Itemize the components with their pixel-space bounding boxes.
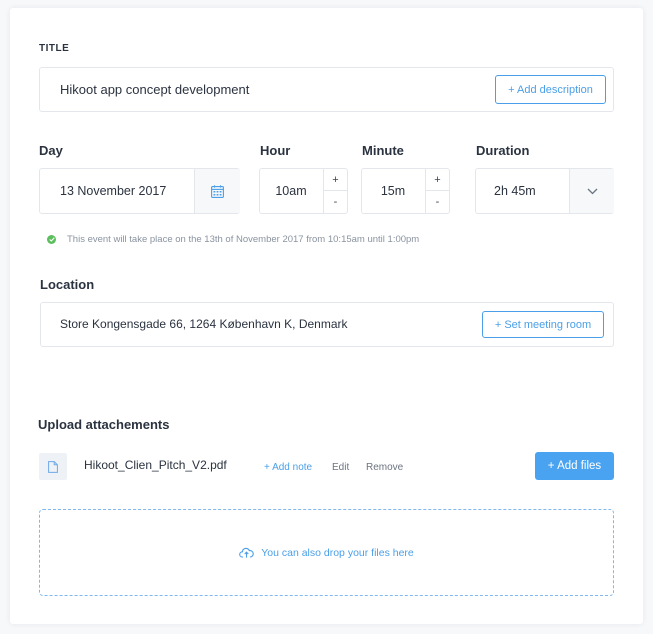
remove-file-link[interactable]: Remove [366,462,403,473]
location-label: Location [40,277,95,292]
event-time-summary-text: This event will take place on the 13th o… [67,234,420,245]
hour-value: 10am [275,184,307,198]
event-time-summary: This event will take place on the 13th o… [47,234,419,245]
day-value: 13 November 2017 [60,184,167,198]
hour-increment-button[interactable]: + [323,169,347,191]
duration-dropdown-toggle[interactable] [569,169,614,213]
attachments-label: Upload attachements [38,417,170,432]
duration-value: 2h 45m [494,184,536,198]
title-value: Hikoot app concept development [60,82,250,97]
minute-stepper[interactable]: 15m + - [361,168,450,214]
day-field[interactable]: 13 November 2017 [39,168,240,214]
minute-decrement-button[interactable]: - [425,191,449,213]
duration-label: Duration [476,143,530,158]
edit-file-link[interactable]: Edit [332,462,349,473]
set-meeting-room-button[interactable]: + Set meeting room [482,311,604,338]
hour-decrement-button[interactable]: - [323,191,347,213]
dropzone-text: You can also drop your files here [261,546,414,559]
file-name: Hikoot_Clien_Pitch_V2.pdf [84,458,227,472]
file-icon-tile [39,453,67,480]
cloud-upload-icon [239,547,254,558]
title-label: TITLE [39,43,70,54]
add-note-link[interactable]: + Add note [264,462,312,473]
hour-label: Hour [260,143,291,158]
hour-stepper[interactable]: 10am + - [259,168,348,214]
minute-increment-button[interactable]: + [425,169,449,191]
add-files-button[interactable]: + Add files [535,452,614,480]
document-icon [48,460,58,473]
duration-select[interactable]: 2h 45m [475,168,614,214]
calendar-button[interactable] [194,169,240,213]
minute-label: Minute [362,143,404,158]
day-label: Day [39,143,63,158]
check-icon [47,235,56,244]
add-description-button[interactable]: + Add description [495,75,606,104]
location-value: Store Kongensgade 66, 1264 København K, … [60,317,348,331]
file-dropzone[interactable]: You can also drop your files here [39,509,614,596]
calendar-icon [211,184,224,198]
minute-value: 15m [380,184,406,198]
chevron-down-icon [587,188,597,194]
